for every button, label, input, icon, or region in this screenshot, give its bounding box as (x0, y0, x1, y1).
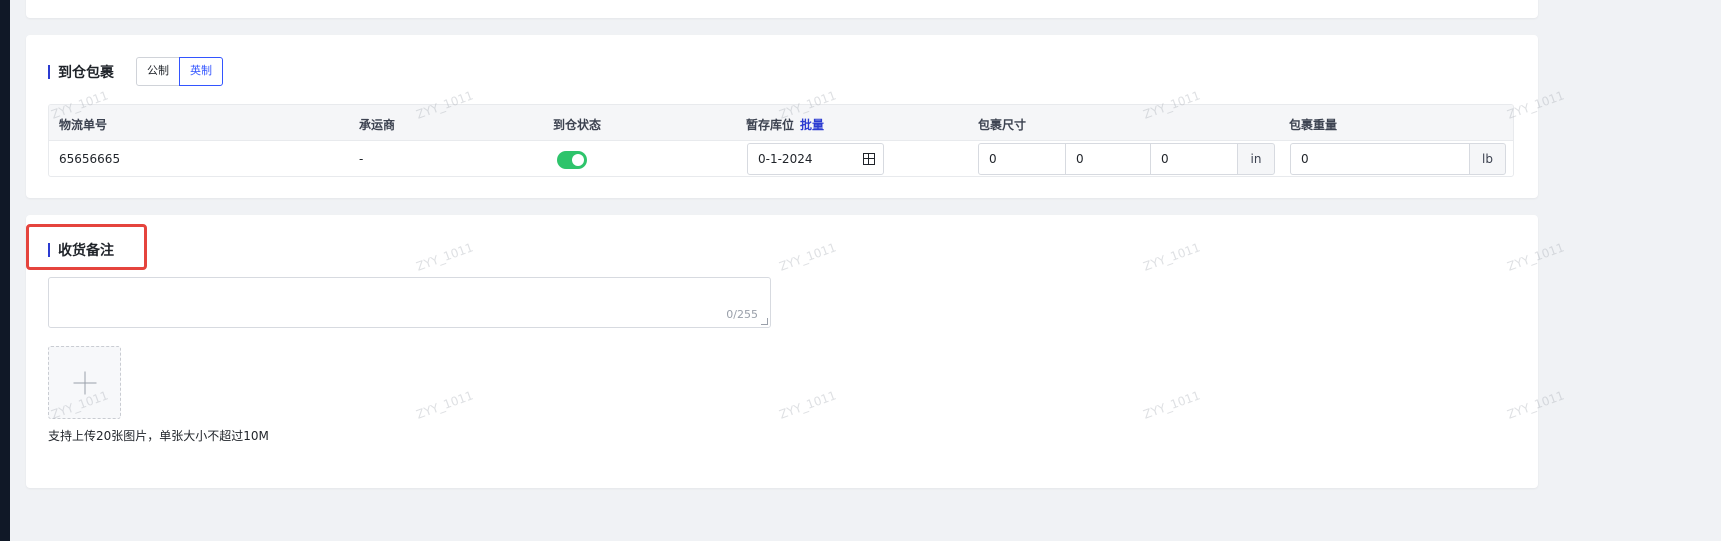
app-left-edge (0, 0, 10, 541)
arrival-package-title-text: 到仓包裹 (58, 65, 114, 81)
arrival-status-toggle[interactable] (557, 151, 587, 169)
temp-location-value: 0-1-2024 (758, 152, 813, 166)
annotation-highlight-box (26, 224, 147, 270)
package-table: 物流单号 承运商 到仓状态 暂存库位 批量 包裹尺寸 包裹重量 65656665 … (48, 104, 1514, 177)
page-canvas: 到仓包裹 公制 英制 物流单号 承运商 到仓状态 暂存库位 批量 包裹尺寸 包裹重… (10, 0, 1721, 541)
arrival-package-title: 到仓包裹 (48, 62, 114, 82)
upload-hint: 支持上传20张图片，单张大小不超过10M (48, 429, 269, 443)
carrier-cell: - (359, 152, 364, 166)
col-carrier: 承运商 (359, 118, 396, 132)
col-arrival-status: 到仓状态 (553, 118, 602, 132)
col-weight: 包裹重量 (1289, 118, 1338, 132)
page-scrollbar[interactable] (1712, 0, 1721, 541)
weight-input[interactable]: 0 (1290, 143, 1470, 175)
receiving-note-textarea[interactable]: 0/255 (48, 277, 771, 328)
weight-unit-suffix: lb (1469, 143, 1506, 175)
title-accent-bar (48, 65, 50, 79)
col-tracking-no: 物流单号 (59, 118, 108, 132)
col-dimensions: 包裹尺寸 (978, 118, 1027, 132)
unit-metric-button[interactable]: 公制 (136, 57, 180, 86)
height-input[interactable]: 0 (1150, 143, 1238, 175)
col-temp-location: 暂存库位 批量 (746, 116, 824, 133)
plus-icon (73, 371, 96, 394)
width-input[interactable]: 0 (1065, 143, 1151, 175)
col-temp-location-label: 暂存库位 (746, 118, 795, 132)
unit-imperial-button[interactable]: 英制 (179, 57, 223, 86)
batch-link[interactable]: 批量 (800, 118, 824, 132)
resize-handle-icon[interactable] (761, 318, 768, 325)
character-counter: 0/255 (726, 308, 758, 321)
image-upload-button[interactable] (48, 346, 121, 419)
arrival-package-card: 到仓包裹 公制 英制 物流单号 承运商 到仓状态 暂存库位 批量 包裹尺寸 包裹重… (26, 35, 1538, 198)
tracking-no-cell: 65656665 (59, 152, 121, 166)
previous-card (26, 0, 1538, 18)
location-grid-icon[interactable] (863, 153, 875, 165)
receiving-note-card: 收货备注 0/255 支持上传20张图片，单张大小不超过10M (26, 215, 1538, 488)
length-input[interactable]: 0 (978, 143, 1066, 175)
table-header: 物流单号 承运商 到仓状态 暂存库位 批量 包裹尺寸 包裹重量 (49, 105, 1513, 141)
dimension-unit-suffix: in (1237, 143, 1275, 175)
toggle-knob (572, 154, 584, 166)
unit-switch: 公制 英制 (136, 57, 223, 86)
temp-location-input[interactable]: 0-1-2024 (747, 143, 884, 175)
